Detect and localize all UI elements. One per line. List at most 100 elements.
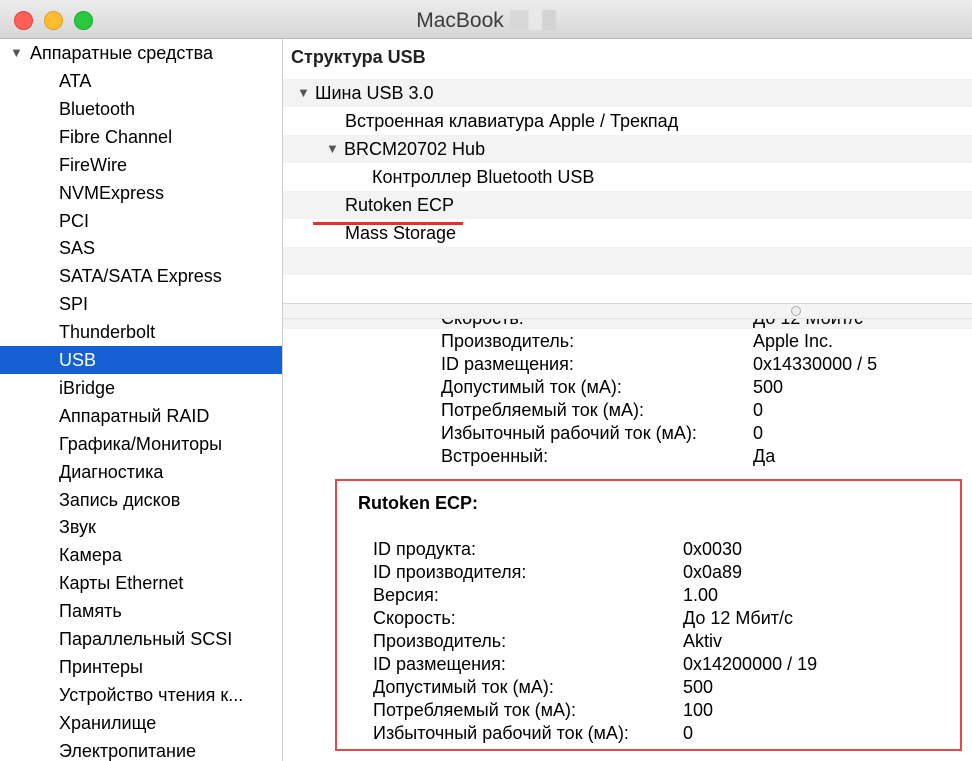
tree-row-keyboard[interactable]: Встроенная клавиатура Apple / Трекпад bbox=[283, 107, 972, 135]
redacted-name bbox=[509, 10, 556, 30]
rutoken-key: Производитель: bbox=[373, 631, 507, 651]
sidebar-item-label: NVMExpress bbox=[59, 182, 165, 203]
sidebar-item[interactable]: SATA/SATA Express bbox=[0, 262, 282, 290]
sidebar-item-label: ATA bbox=[59, 71, 92, 91]
rutoken-value: 500 bbox=[683, 677, 714, 697]
rutoken-key: Допустимый ток (мА): bbox=[373, 677, 554, 697]
split-view-divider[interactable] bbox=[283, 303, 972, 319]
tree-row-label: Встроенная клавиатура Apple / Трекпад bbox=[345, 111, 679, 131]
disclosure-triangle-icon[interactable]: ▼ bbox=[297, 79, 310, 107]
rutoken-key: Скорость: bbox=[373, 608, 456, 628]
sidebar-item-label: FireWire bbox=[59, 154, 127, 175]
sidebar-header-label: Аппаратные средства bbox=[30, 43, 214, 63]
tree-row-label: BRCM20702 Hub bbox=[344, 139, 486, 159]
rutoken-key: ID производителя: bbox=[373, 562, 527, 582]
sidebar-item-label: Thunderbolt bbox=[59, 322, 156, 343]
detail-key: ID размещения: bbox=[441, 354, 574, 374]
detail-key: Допустимый ток (мА): bbox=[441, 377, 622, 397]
sidebar-item[interactable]: Хранилище bbox=[0, 709, 282, 737]
detail-pane: Скорость: До 12 Мбит/с Производитель: App… bbox=[283, 319, 972, 761]
sidebar-item[interactable]: USB bbox=[0, 346, 282, 374]
detail-key: Встроенный: bbox=[441, 446, 549, 466]
rutoken-value: 0 bbox=[683, 723, 694, 743]
rutoken-value: До 12 Мбит/с bbox=[683, 608, 794, 628]
tree-row-bluetooth-controller[interactable]: Контроллер Bluetooth USB bbox=[283, 163, 972, 191]
sidebar: ▼ Аппаратные средства ATA Bluetooth Fibre … bbox=[0, 39, 283, 761]
tree-row-empty bbox=[283, 275, 972, 303]
window-title-text: MacBook bbox=[416, 9, 504, 32]
divider-grip-icon[interactable] bbox=[791, 306, 801, 316]
rutoken-underline-annotation bbox=[313, 222, 463, 225]
detail-cut-key: Скорость: bbox=[441, 319, 524, 330]
sidebar-item[interactable]: SPI bbox=[0, 290, 282, 318]
sidebar-item-label: Память bbox=[59, 601, 122, 622]
detail-value: 0 bbox=[753, 400, 764, 420]
rutoken-key: Потребляемый ток (мА): bbox=[373, 700, 577, 720]
sidebar-item[interactable]: Thunderbolt bbox=[0, 318, 282, 346]
rutoken-value: Aktiv bbox=[683, 631, 723, 651]
tree-row-brcm-hub[interactable]: ▼ BRCM20702 Hub bbox=[283, 135, 972, 163]
sidebar-item[interactable]: PCI bbox=[0, 207, 282, 235]
sidebar-item[interactable]: Звук bbox=[0, 513, 282, 541]
sidebar-item-label: Камера bbox=[59, 545, 122, 566]
sidebar-item-label: Fibre Channel bbox=[59, 126, 173, 147]
sidebar-item[interactable]: Fibre Channel bbox=[0, 123, 282, 151]
sidebar-item[interactable]: Карты Ethernet bbox=[0, 569, 282, 597]
rutoken-value: 0x14200000 / 19 bbox=[683, 654, 818, 674]
main-pane: Структура USB ▼ Шина USB 3.0 Встроенная … bbox=[283, 39, 972, 761]
sidebar-item-label: Электропитание bbox=[59, 740, 197, 761]
detail-key: Избыточный рабочий ток (мА): bbox=[441, 423, 697, 443]
sidebar-item[interactable]: Аппаратный RAID bbox=[0, 402, 282, 430]
sidebar-item[interactable]: Диагностика bbox=[0, 458, 282, 486]
sidebar-item[interactable]: Bluetooth bbox=[0, 95, 282, 123]
page-title: Структура USB bbox=[291, 47, 426, 67]
sidebar-item[interactable]: Устройство чтения к... bbox=[0, 681, 282, 709]
sidebar-item[interactable]: Параллельный SCSI bbox=[0, 625, 282, 653]
title-bar: MacBook bbox=[0, 0, 972, 39]
sidebar-item[interactable]: SAS bbox=[0, 234, 282, 262]
sidebar-item[interactable]: Память bbox=[0, 597, 282, 625]
sidebar-item-label: SAS bbox=[59, 238, 96, 259]
rutoken-value: 0x0a89 bbox=[683, 562, 743, 582]
sidebar-item[interactable]: FireWire bbox=[0, 151, 282, 179]
disclosure-triangle-icon[interactable]: ▼ bbox=[10, 39, 23, 67]
sidebar-item-label: Параллельный SCSI bbox=[59, 629, 233, 649]
sidebar-item-label: Устройство чтения к... bbox=[59, 684, 244, 705]
sidebar-item[interactable]: NVMExpress bbox=[0, 179, 282, 207]
sidebar-item-label: SATA/SATA Express bbox=[59, 266, 222, 287]
rutoken-value: 0x0030 bbox=[683, 539, 743, 559]
sidebar-item-label: USB bbox=[59, 350, 97, 370]
sidebar-item[interactable]: Графика/Мониторы bbox=[0, 430, 282, 458]
tree-row-label: Rutoken ECP bbox=[345, 195, 455, 215]
sidebar-item[interactable]: Принтеры bbox=[0, 653, 282, 681]
tree-row-rutoken[interactable]: Rutoken ECP bbox=[283, 191, 972, 219]
sidebar-item-label: SPI bbox=[59, 294, 89, 315]
sidebar-item-label: Диагностика bbox=[59, 461, 164, 482]
tree-row-empty bbox=[283, 247, 972, 275]
sidebar-item[interactable]: Камера bbox=[0, 541, 282, 569]
sidebar-header-hardware[interactable]: ▼ Аппаратные средства bbox=[0, 39, 282, 67]
rutoken-value: 1.00 bbox=[683, 585, 719, 605]
sidebar-item[interactable]: Электропитание bbox=[0, 737, 282, 761]
detail-key: Производитель: bbox=[441, 331, 575, 351]
rutoken-value: 100 bbox=[683, 700, 714, 720]
sidebar-item[interactable]: iBridge bbox=[0, 374, 282, 402]
disclosure-triangle-icon[interactable]: ▼ bbox=[326, 135, 339, 163]
rutoken-key: Избыточный рабочий ток (мА): bbox=[373, 723, 629, 743]
tree-row-usb-bus[interactable]: ▼ Шина USB 3.0 bbox=[283, 79, 972, 107]
tree-row-label: Контроллер Bluetooth USB bbox=[372, 167, 595, 187]
detail-value: 500 bbox=[753, 377, 784, 397]
detail-cut-value: До 12 Мбит/с bbox=[753, 319, 863, 330]
sidebar-item[interactable]: Запись дисков bbox=[0, 486, 282, 514]
rutoken-key: ID продукта: bbox=[373, 539, 477, 559]
detail-value: 0 bbox=[753, 423, 764, 443]
sidebar-item[interactable]: ATA bbox=[0, 67, 282, 95]
sidebar-item-label: Карты Ethernet bbox=[59, 573, 184, 594]
rutoken-section-title: Rutoken ECP: bbox=[358, 493, 479, 513]
sidebar-item-label: iBridge bbox=[59, 377, 116, 398]
rutoken-key: ID размещения: bbox=[373, 654, 506, 674]
sidebar-item-label: Запись дисков bbox=[59, 489, 181, 510]
sidebar-item-label: Хранилище bbox=[59, 712, 157, 733]
sidebar-item-label: Звук bbox=[59, 517, 96, 538]
detail-key: Потребляемый ток (мА): bbox=[441, 400, 645, 420]
